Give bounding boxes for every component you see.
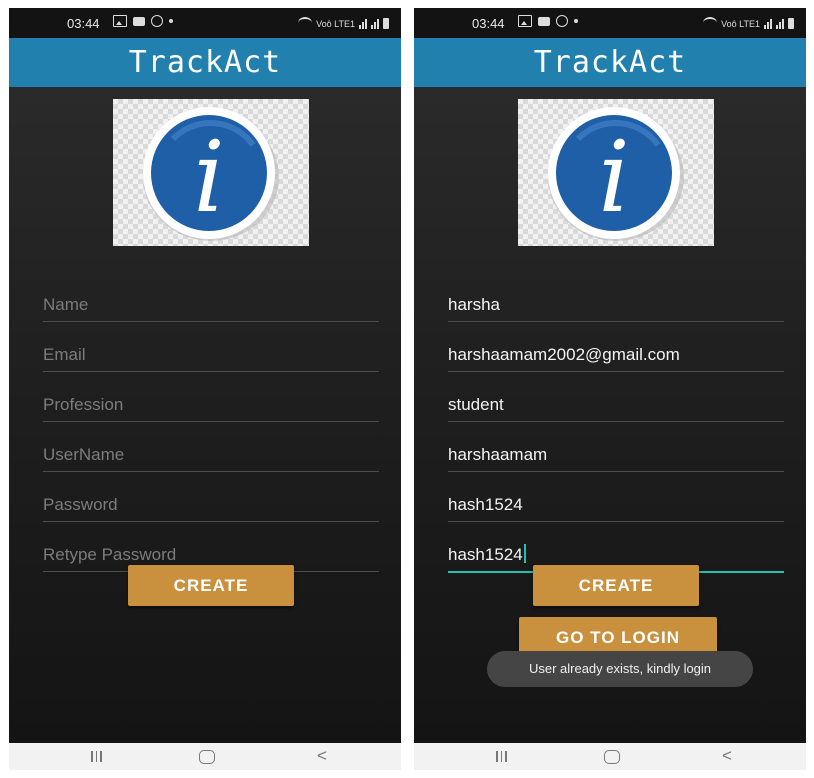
signup-screen-filled: 03:44 Voô LTE1 TrackAct i harsha harshaa… <box>414 8 806 770</box>
system-nav-bar: < <box>9 743 401 770</box>
home-icon[interactable] <box>199 750 215 764</box>
status-bar: 03:44 Voô LTE1 <box>414 8 806 38</box>
toast-message: User already exists, kindly login <box>487 651 753 687</box>
name-field[interactable]: harsha <box>448 273 784 322</box>
username-field[interactable]: harshaamam <box>448 423 784 472</box>
sync-icon <box>556 15 568 27</box>
email-field[interactable]: harshaamam2002@gmail.com <box>448 323 784 372</box>
system-nav-bar: < <box>414 743 806 770</box>
back-icon[interactable]: < <box>722 746 732 766</box>
notification-dot-icon <box>169 19 173 23</box>
email-field[interactable]: Email <box>43 323 379 372</box>
notification-dot-icon <box>574 19 578 23</box>
gallery-icon <box>113 15 127 27</box>
username-value: harshaamam <box>448 445 548 464</box>
battery-icon <box>788 18 794 29</box>
recent-apps-icon[interactable] <box>91 751 102 762</box>
sync-icon <box>151 15 163 27</box>
battery-icon <box>383 18 389 29</box>
status-time: 03:44 <box>472 16 505 31</box>
password-value: hash1524 <box>448 495 523 514</box>
profession-field[interactable]: student <box>448 373 784 422</box>
network-label: Voô LTE1 <box>721 19 760 29</box>
gallery-icon <box>518 15 532 27</box>
app-title: TrackAct <box>533 45 687 80</box>
signal-icon <box>764 19 772 29</box>
retype-password-value: hash1524 <box>448 545 523 564</box>
email-value: harshaamam2002@gmail.com <box>448 345 680 364</box>
username-field[interactable]: UserName <box>43 423 379 472</box>
password-placeholder: Password <box>43 495 118 514</box>
back-icon[interactable]: < <box>317 746 327 766</box>
network-label: Voô LTE1 <box>316 19 355 29</box>
signup-form: i harsha harshaamam2002@gmail.com studen… <box>414 87 806 743</box>
signup-form: i Name Email Profession UserName Passwor… <box>9 87 401 743</box>
create-button[interactable]: CREATE <box>533 565 699 606</box>
signal-icon-2 <box>371 19 379 29</box>
message-icon <box>538 16 550 26</box>
app-bar: TrackAct <box>9 38 401 87</box>
profession-field[interactable]: Profession <box>43 373 379 422</box>
password-field[interactable]: Password <box>43 473 379 522</box>
email-placeholder: Email <box>43 345 86 364</box>
profession-value: student <box>448 395 504 414</box>
signup-screen-empty: 03:44 Voô LTE1 TrackAct i Name Email Pro… <box>9 8 401 770</box>
signal-icon-2 <box>776 19 784 29</box>
recent-apps-icon[interactable] <box>496 751 507 762</box>
app-logo: i <box>518 99 714 246</box>
wifi-icon <box>703 17 718 29</box>
status-time: 03:44 <box>67 16 100 31</box>
app-title: TrackAct <box>128 45 282 80</box>
password-field[interactable]: hash1524 <box>448 473 784 522</box>
info-icon: i <box>548 107 684 241</box>
info-icon: i <box>143 107 279 241</box>
status-bar: 03:44 Voô LTE1 <box>9 8 401 38</box>
name-field[interactable]: Name <box>43 273 379 322</box>
name-placeholder: Name <box>43 295 89 314</box>
logo-letter: i <box>193 121 224 235</box>
username-placeholder: UserName <box>43 445 125 464</box>
app-bar: TrackAct <box>414 38 806 87</box>
profession-placeholder: Profession <box>43 395 124 414</box>
message-icon <box>133 16 145 26</box>
logo-letter: i <box>598 121 629 235</box>
wifi-icon <box>298 17 313 29</box>
text-cursor <box>523 544 526 563</box>
home-icon[interactable] <box>604 750 620 764</box>
retype-password-placeholder: Retype Password <box>43 545 177 564</box>
create-button[interactable]: CREATE <box>128 565 294 606</box>
signal-icon <box>359 19 367 29</box>
app-logo: i <box>113 99 309 246</box>
name-value: harsha <box>448 295 500 314</box>
